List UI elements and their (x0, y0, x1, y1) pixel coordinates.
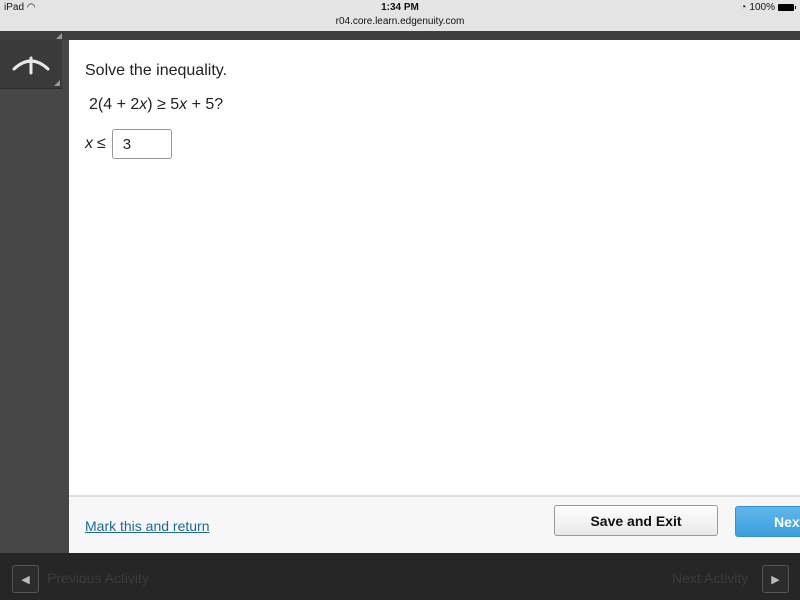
question-prompt: Solve the inequality. (85, 62, 228, 79)
status-bar: iPad ◠ 1:34 PM r04.core.learn.edgenuity.… (0, 0, 800, 31)
corner-resize-icon (56, 33, 62, 39)
previous-activity-button[interactable]: ◀ (12, 565, 39, 593)
equation-variable: x (179, 96, 188, 113)
equation-part: ) ≥ 5 (147, 96, 180, 113)
previous-activity-label[interactable]: Previous Activity (47, 570, 149, 586)
up-arrow-icon (12, 56, 50, 75)
corner-resize-icon (54, 80, 60, 86)
question-panel: Solve the inequality. 2(4 + 2x) ≥ 5x + 5… (69, 40, 800, 495)
mark-and-return-link[interactable]: Mark this and return (85, 518, 210, 534)
inequality-equation: 2(4 + 2x) ≥ 5x + 5? (89, 96, 223, 114)
answer-variable: x (85, 135, 93, 152)
clock: 1:34 PM (381, 2, 419, 13)
equation-part: + 5? (187, 96, 224, 113)
equation-part: 2(4 + 2 (89, 96, 140, 113)
next-activity-label[interactable]: Next Activity (672, 570, 748, 586)
activity-nav-bar: ◀ Previous Activity Next Activity ▶ (0, 553, 800, 600)
triangle-left-icon: ◀ (21, 573, 30, 586)
triangle-right-icon: ▶ (771, 573, 780, 586)
collapse-up-button[interactable] (0, 40, 62, 89)
next-activity-button[interactable]: ▶ (762, 565, 789, 593)
save-and-exit-button[interactable]: Save and Exit (554, 505, 718, 536)
sidebar (0, 40, 69, 553)
battery-icon (778, 4, 796, 11)
next-button[interactable]: Next (735, 506, 800, 537)
answer-row: x ≤ (85, 129, 172, 159)
top-band (0, 31, 800, 40)
battery-percent: 100% (749, 2, 775, 13)
answer-input[interactable] (111, 129, 172, 159)
footer: Mark this and return Save and Exit Next (69, 495, 800, 553)
status-right: ◔ 100% (740, 2, 796, 13)
orientation-lock-icon: ◔ (740, 2, 747, 13)
address-url[interactable]: r04.core.learn.edgenuity.com (0, 16, 800, 27)
answer-relation: ≤ (97, 135, 106, 152)
